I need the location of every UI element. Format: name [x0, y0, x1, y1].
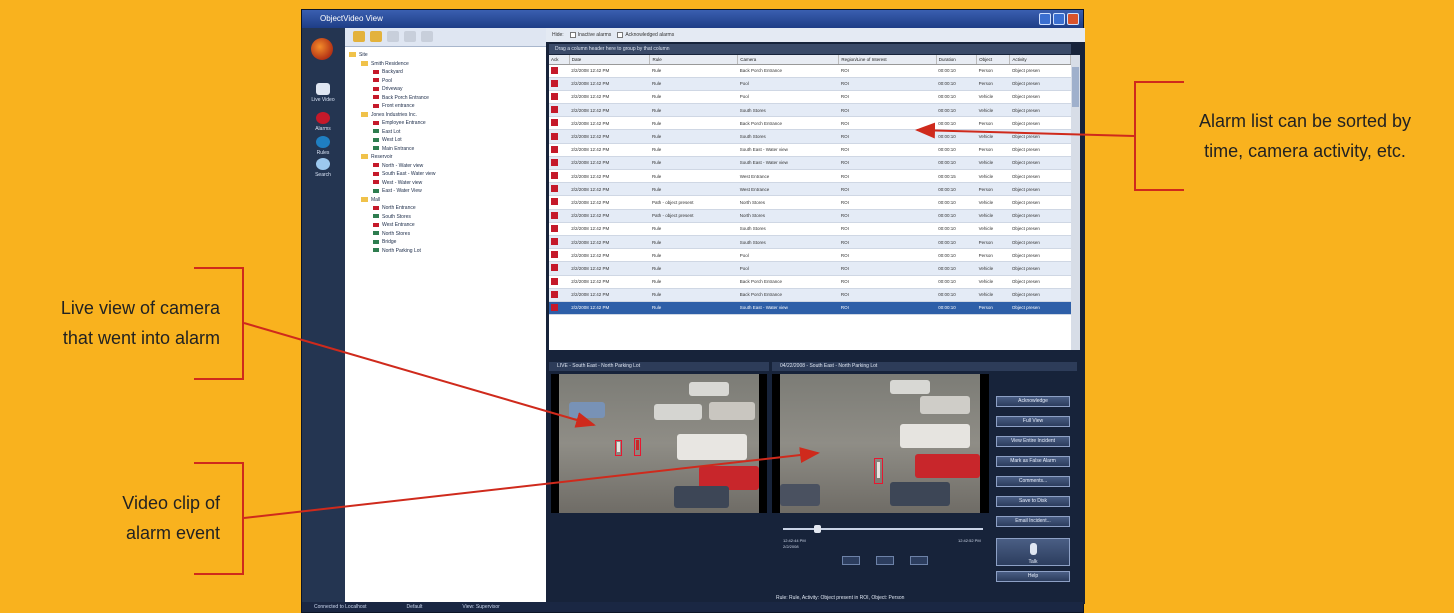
- clip-callout: Video clip of alarm event: [122, 493, 220, 543]
- alarm-list-arrow: [915, 122, 1135, 139]
- live-view-callout: Live view of camera that went into alarm: [60, 298, 220, 348]
- clip-arrow: [243, 447, 820, 519]
- live-view-arrow: [243, 322, 596, 428]
- alarm-list-callout: Alarm list can be sorted by time, camera…: [1198, 111, 1412, 161]
